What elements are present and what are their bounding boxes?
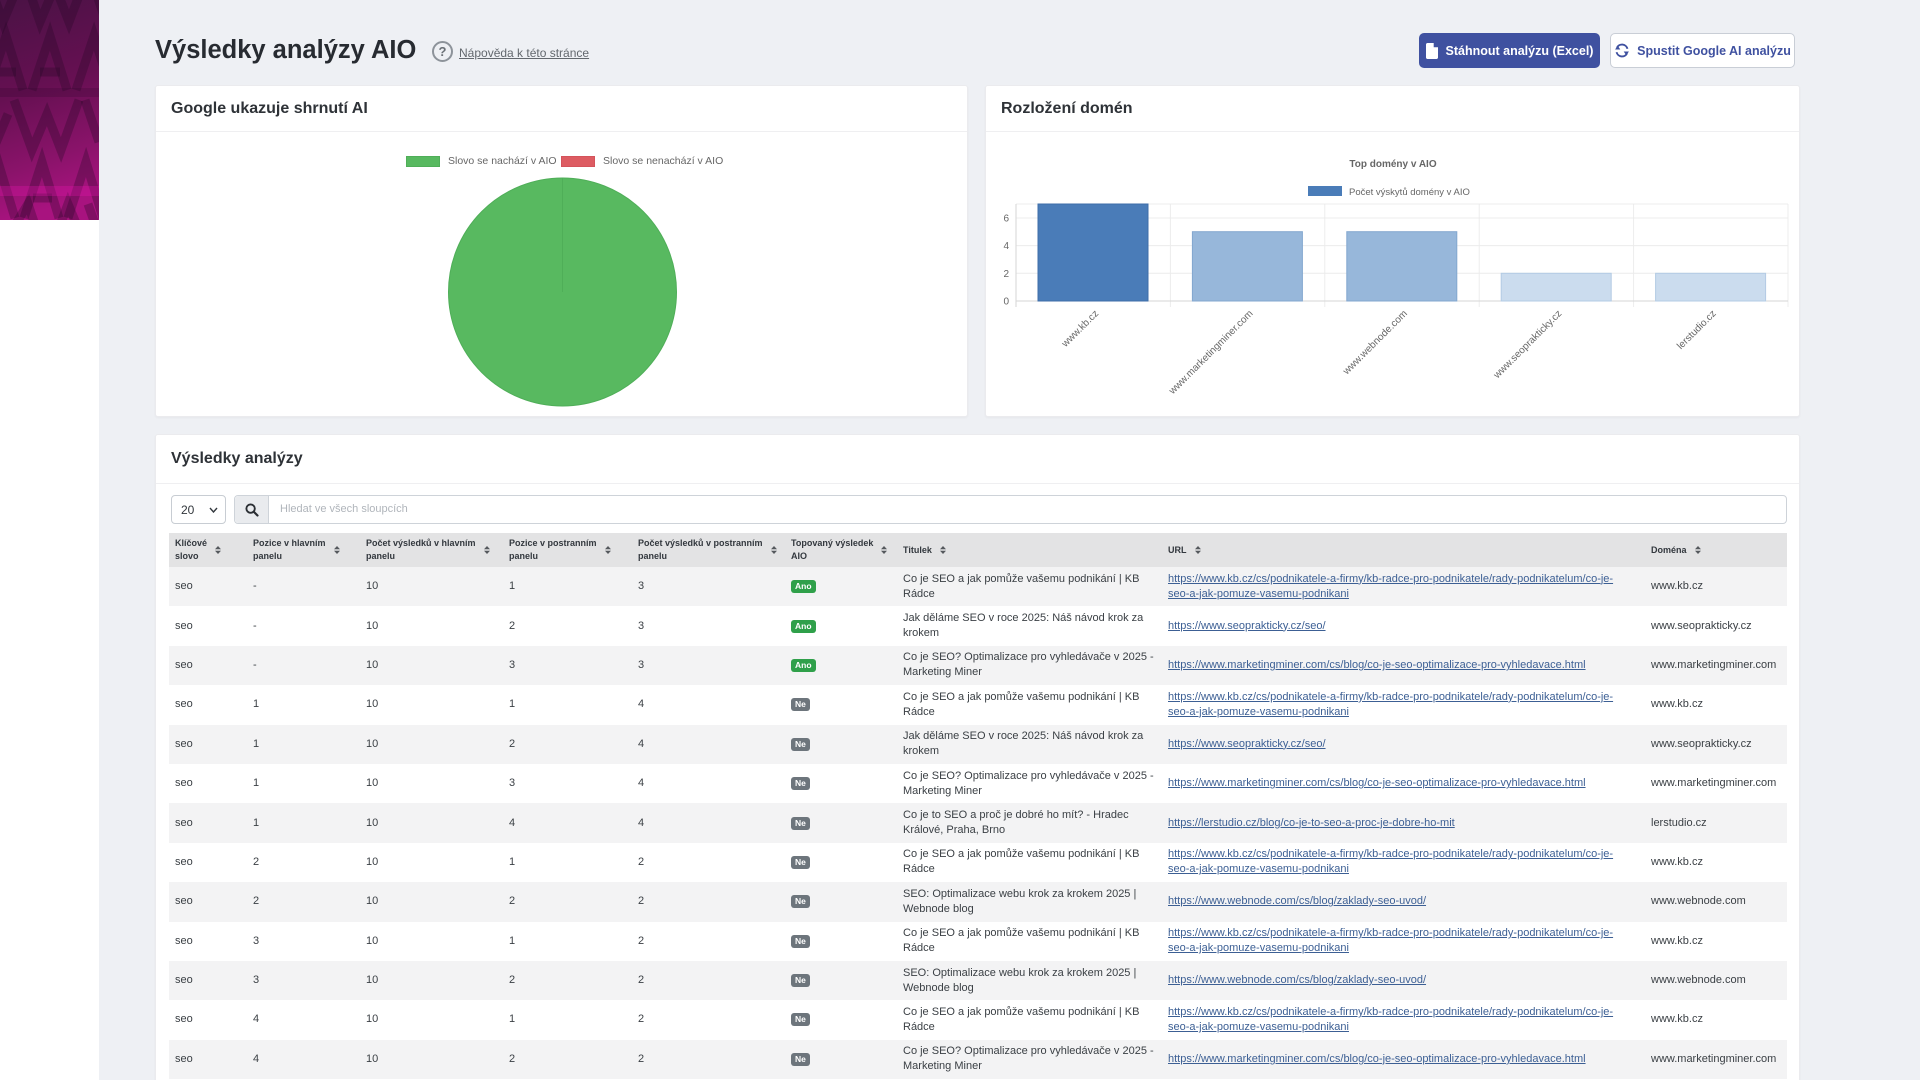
- svg-text:Počet výskytů domény v AIO: Počet výskytů domény v AIO: [1349, 187, 1470, 198]
- svg-text:6: 6: [1003, 214, 1009, 225]
- svg-text:2: 2: [1003, 269, 1009, 280]
- svg-text:www.webnode.com: www.webnode.com: [1341, 308, 1410, 377]
- svg-text:www.seoprakticky.cz: www.seoprakticky.cz: [1491, 308, 1564, 381]
- svg-text:4: 4: [1003, 241, 1009, 252]
- svg-text:www.marketingminer.com: www.marketingminer.com: [1166, 308, 1255, 397]
- svg-text:Top domény v AIO: Top domény v AIO: [1349, 159, 1436, 170]
- svg-text:0: 0: [1003, 297, 1009, 308]
- svg-text:lerstudio.cz: lerstudio.cz: [1675, 308, 1719, 352]
- svg-text:www.kb.cz: www.kb.cz: [1059, 308, 1101, 350]
